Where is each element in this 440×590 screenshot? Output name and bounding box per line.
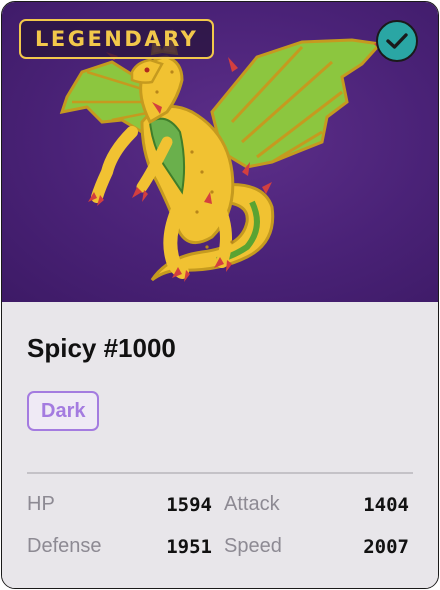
- stat-value-attack: 1404: [363, 494, 409, 516]
- divider: [27, 472, 413, 474]
- type-tag-label: Dark: [41, 400, 86, 422]
- stat-value-speed: 2007: [363, 536, 409, 558]
- checkmark-icon: [386, 33, 408, 49]
- nft-card[interactable]: LEGENDARY Spicy #1000 Dark HP 1594 Attac…: [1, 1, 439, 589]
- card-title: Spicy #1000: [27, 333, 176, 363]
- type-tag: Dark: [27, 391, 100, 431]
- stat-label-defense: Defense: [27, 535, 102, 557]
- rarity-badge-label: LEGENDARY: [35, 27, 199, 51]
- rarity-badge: LEGENDARY: [19, 19, 215, 59]
- verified-check-icon: [376, 20, 418, 62]
- stat-value-defense: 1951: [166, 536, 212, 558]
- stat-label-attack: Attack: [224, 493, 280, 515]
- creature-image: LEGENDARY: [2, 2, 438, 302]
- stat-value-hp: 1594: [166, 494, 212, 516]
- card-info-panel: Spicy #1000 Dark HP 1594 Attack 1404 Def…: [2, 302, 438, 588]
- stat-label-hp: HP: [27, 493, 55, 515]
- stat-label-speed: Speed: [224, 535, 282, 557]
